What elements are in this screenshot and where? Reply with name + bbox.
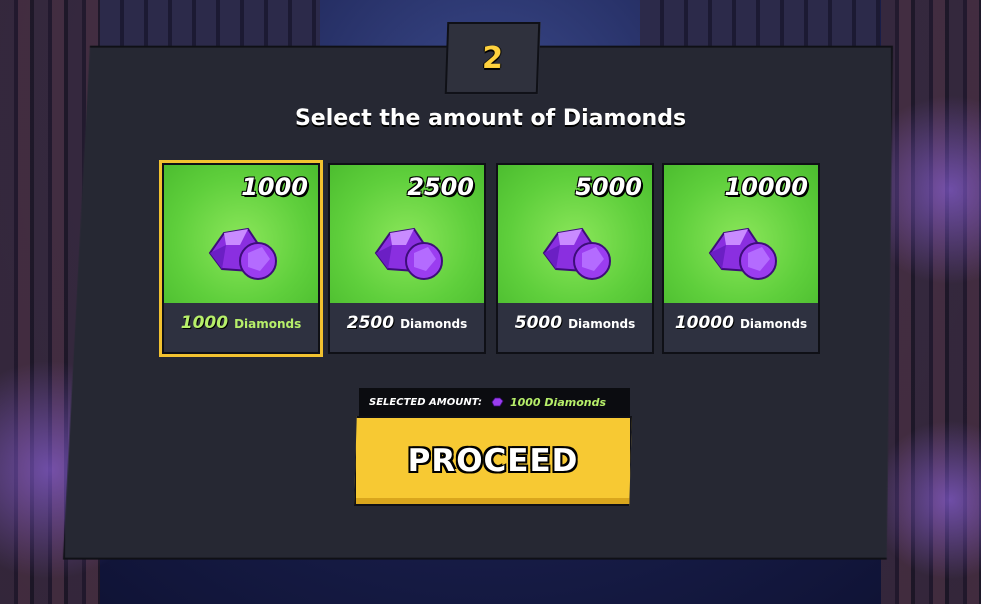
diamond-icon (491, 397, 504, 407)
card-image-area: 5000 (498, 165, 652, 303)
bookshelf-top-right (640, 0, 880, 48)
step-indicator: 2 (444, 22, 541, 94)
step-number: 2 (481, 40, 504, 76)
proceed-button[interactable]: PROCEED (354, 416, 632, 506)
package-label: 10000 Diamonds (664, 313, 818, 333)
package-label: 5000 Diamonds (498, 313, 652, 333)
bookshelf-top-left (100, 0, 320, 48)
package-label-unit: Diamonds (234, 317, 302, 331)
diamond-package-5000[interactable]: 5000 5000 Diamonds (496, 163, 654, 354)
card-image-area: 10000 (664, 165, 818, 303)
page-title: Select the amount of Diamonds (294, 106, 687, 131)
package-label-number: 5000 (514, 313, 563, 333)
diamond-icon (374, 227, 443, 280)
package-amount: 5000 (575, 173, 642, 201)
selected-amount-value: 1000 Diamonds (509, 395, 607, 409)
diamond-icon (208, 227, 277, 280)
package-label: 2500 Diamonds (330, 313, 484, 333)
diamond-icon (708, 227, 777, 280)
card-image-area: 2500 (330, 165, 484, 303)
diamond-icon (542, 227, 611, 280)
diamond-package-10000[interactable]: 10000 10000 Diamonds (662, 163, 820, 354)
package-amount: 10000 (724, 173, 809, 201)
package-label-unit: Diamonds (739, 317, 808, 331)
selected-amount-bar: SELECTED AMOUNT: 1000 Diamonds (359, 388, 630, 416)
package-label-number: 10000 (674, 313, 734, 333)
package-label-unit: Diamonds (400, 317, 468, 331)
package-amount: 1000 (241, 173, 308, 201)
selected-amount-label: SELECTED AMOUNT: (369, 396, 482, 408)
package-label-unit: Diamonds (568, 317, 636, 331)
diamond-package-1000[interactable]: 1000 1000 Diamonds (159, 160, 323, 357)
card-image-area: 1000 (164, 165, 318, 303)
package-amount: 2500 (407, 173, 474, 201)
proceed-button-label: PROCEED (407, 443, 579, 479)
diamond-package-2500[interactable]: 2500 2500 Diamonds (328, 163, 486, 354)
package-label-number: 2500 (346, 313, 395, 333)
package-label-number: 1000 (180, 313, 229, 333)
package-label: 1000 Diamonds (164, 313, 318, 333)
